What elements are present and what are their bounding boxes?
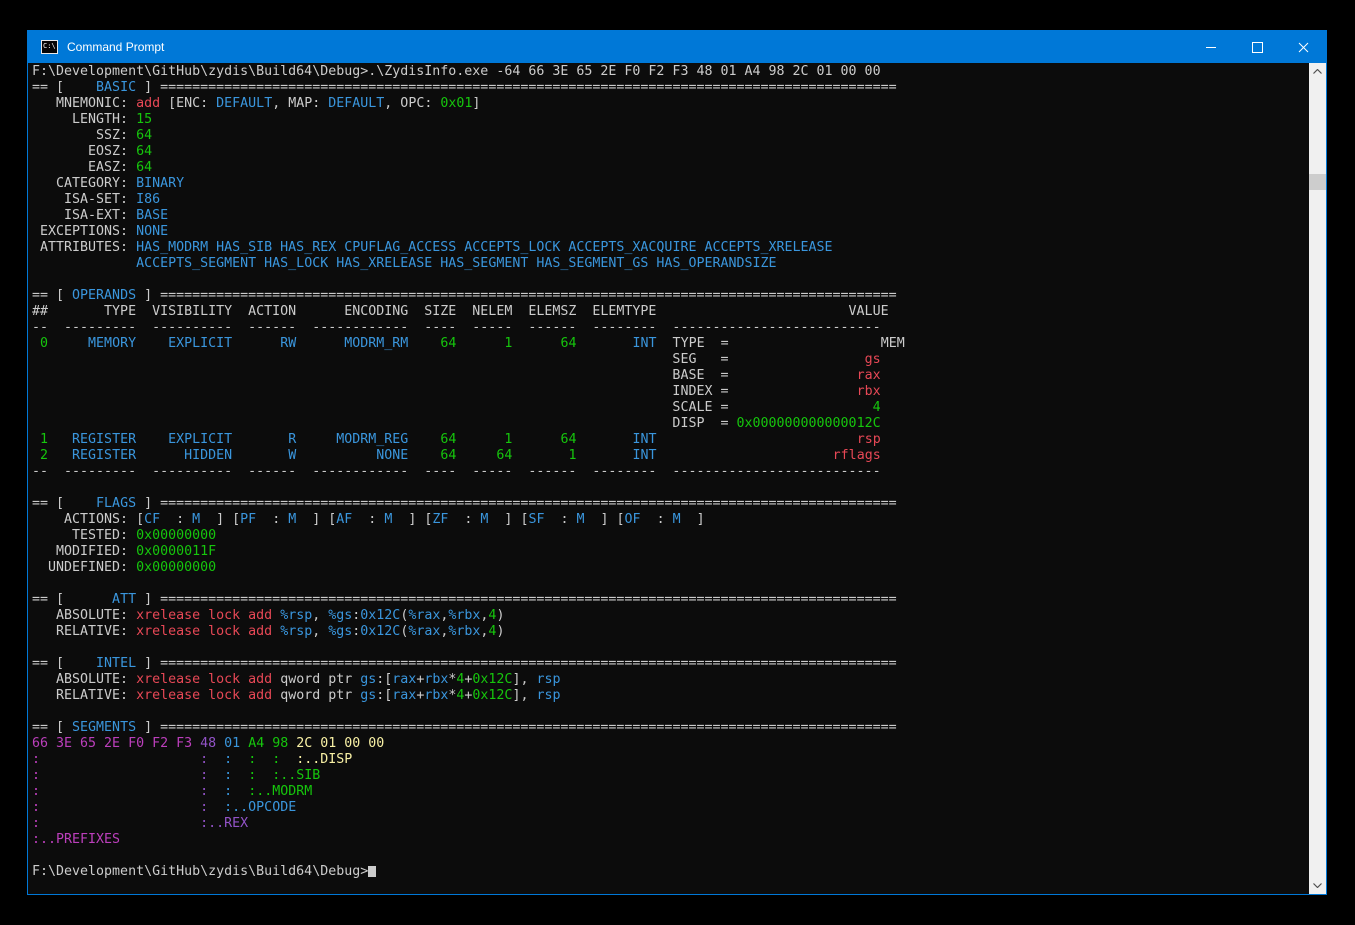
- chevron-up-icon: [1313, 69, 1322, 74]
- minimize-button[interactable]: [1188, 31, 1234, 63]
- terminal-line: ATTRIBUTES: HAS_MODRM HAS_SIB HAS_REX CP…: [32, 240, 1309, 256]
- terminal-line: ABSOLUTE: xrelease lock add %rsp, %gs:0x…: [32, 608, 1309, 624]
- window-title: Command Prompt: [67, 40, 164, 54]
- terminal-line: 2 REGISTER HIDDEN W NONE 64 64 1 INT rfl…: [32, 448, 1309, 464]
- terminal-line: RELATIVE: xrelease lock add %rsp, %gs:0x…: [32, 624, 1309, 640]
- terminal-line: F:\Development\GitHub\zydis\Build64\Debu…: [32, 864, 1309, 880]
- terminal-line: == [ ATT ] =============================…: [32, 592, 1309, 608]
- console-area[interactable]: F:\Development\GitHub\zydis\Build64\Debu…: [28, 63, 1326, 894]
- terminal-line: SEG = gs: [32, 352, 1309, 368]
- window-controls: [1188, 31, 1326, 63]
- terminal-line: == [ OPERANDS ] ========================…: [32, 288, 1309, 304]
- terminal-line: [32, 480, 1309, 496]
- terminal-line: BASE = rax: [32, 368, 1309, 384]
- terminal-line: DISP = 0x000000000000012C: [32, 416, 1309, 432]
- terminal-line: INDEX = rbx: [32, 384, 1309, 400]
- scroll-up-button[interactable]: [1309, 63, 1326, 80]
- terminal-line: LENGTH: 15: [32, 112, 1309, 128]
- desktop: { "window": { "title": "Command Prompt",…: [0, 0, 1355, 925]
- terminal-line: ACCEPTS_SEGMENT HAS_LOCK HAS_XRELEASE HA…: [32, 256, 1309, 272]
- terminal-line: == [ FLAGS ] ===========================…: [32, 496, 1309, 512]
- terminal-line: :..PREFIXES: [32, 832, 1309, 848]
- terminal-output: F:\Development\GitHub\zydis\Build64\Debu…: [28, 63, 1309, 894]
- terminal-line: UNDEFINED: 0x00000000: [32, 560, 1309, 576]
- terminal-line: MNEMONIC: add [ENC: DEFAULT, MAP: DEFAUL…: [32, 96, 1309, 112]
- terminal-line: [32, 272, 1309, 288]
- terminal-line: -- --------- ---------- ------ ---------…: [32, 464, 1309, 480]
- terminal-line: ISA-EXT: BASE: [32, 208, 1309, 224]
- close-icon: [1298, 42, 1309, 53]
- title-bar[interactable]: C:\ Command Prompt: [28, 31, 1326, 63]
- terminal-line: [32, 640, 1309, 656]
- terminal-line: ACTIONS: [CF : M ] [PF : M ] [AF : M ] […: [32, 512, 1309, 528]
- terminal-line: : :..REX: [32, 816, 1309, 832]
- terminal-line: -- --------- ---------- ------ ---------…: [32, 320, 1309, 336]
- terminal-line: ISA-SET: I86: [32, 192, 1309, 208]
- maximize-button[interactable]: [1234, 31, 1280, 63]
- terminal-line: 1 REGISTER EXPLICIT R MODRM_REG 64 1 64 …: [32, 432, 1309, 448]
- terminal-line: : : : :..MODRM: [32, 784, 1309, 800]
- terminal-line: RELATIVE: xrelease lock add qword ptr gs…: [32, 688, 1309, 704]
- terminal-line: SSZ: 64: [32, 128, 1309, 144]
- terminal-line: F:\Development\GitHub\zydis\Build64\Debu…: [32, 64, 1309, 80]
- terminal-line: ABSOLUTE: xrelease lock add qword ptr gs…: [32, 672, 1309, 688]
- minimize-icon: [1206, 47, 1216, 48]
- terminal-line: 66 3E 65 2E F0 F2 F3 48 01 A4 98 2C 01 0…: [32, 736, 1309, 752]
- terminal-line: TESTED: 0x00000000: [32, 528, 1309, 544]
- terminal-line: == [ INTEL ] ===========================…: [32, 656, 1309, 672]
- terminal-line: == [ SEGMENTS ] ========================…: [32, 720, 1309, 736]
- terminal-line: CATEGORY: BINARY: [32, 176, 1309, 192]
- terminal-line: MODIFIED: 0x0000011F: [32, 544, 1309, 560]
- terminal-line: [32, 576, 1309, 592]
- chevron-down-icon: [1313, 883, 1322, 888]
- terminal-line: [32, 704, 1309, 720]
- terminal-line: [32, 848, 1309, 864]
- terminal-line: : : : : : :..DISP: [32, 752, 1309, 768]
- terminal-line: EXCEPTIONS: NONE: [32, 224, 1309, 240]
- terminal-line: : : : : :..SIB: [32, 768, 1309, 784]
- terminal-line: EOSZ: 64: [32, 144, 1309, 160]
- terminal-line: SCALE = 4: [32, 400, 1309, 416]
- command-prompt-window: C:\ Command Prompt F:\Development\GitHub…: [27, 30, 1327, 895]
- terminal-line: EASZ: 64: [32, 160, 1309, 176]
- maximize-icon: [1252, 42, 1263, 53]
- text-cursor: [368, 866, 376, 877]
- scrollbar-thumb[interactable]: [1309, 174, 1326, 190]
- terminal-line: 0 MEMORY EXPLICIT RW MODRM_RM 64 1 64 IN…: [32, 336, 1309, 352]
- terminal-line: : : :..OPCODE: [32, 800, 1309, 816]
- vertical-scrollbar[interactable]: [1309, 63, 1326, 894]
- scroll-down-button[interactable]: [1309, 877, 1326, 894]
- terminal-line: == [ BASIC ] ===========================…: [32, 80, 1309, 96]
- terminal-line: ## TYPE VISIBILITY ACTION ENCODING SIZE …: [32, 304, 1309, 320]
- cmd-icon[interactable]: C:\: [41, 40, 58, 54]
- close-button[interactable]: [1280, 31, 1326, 63]
